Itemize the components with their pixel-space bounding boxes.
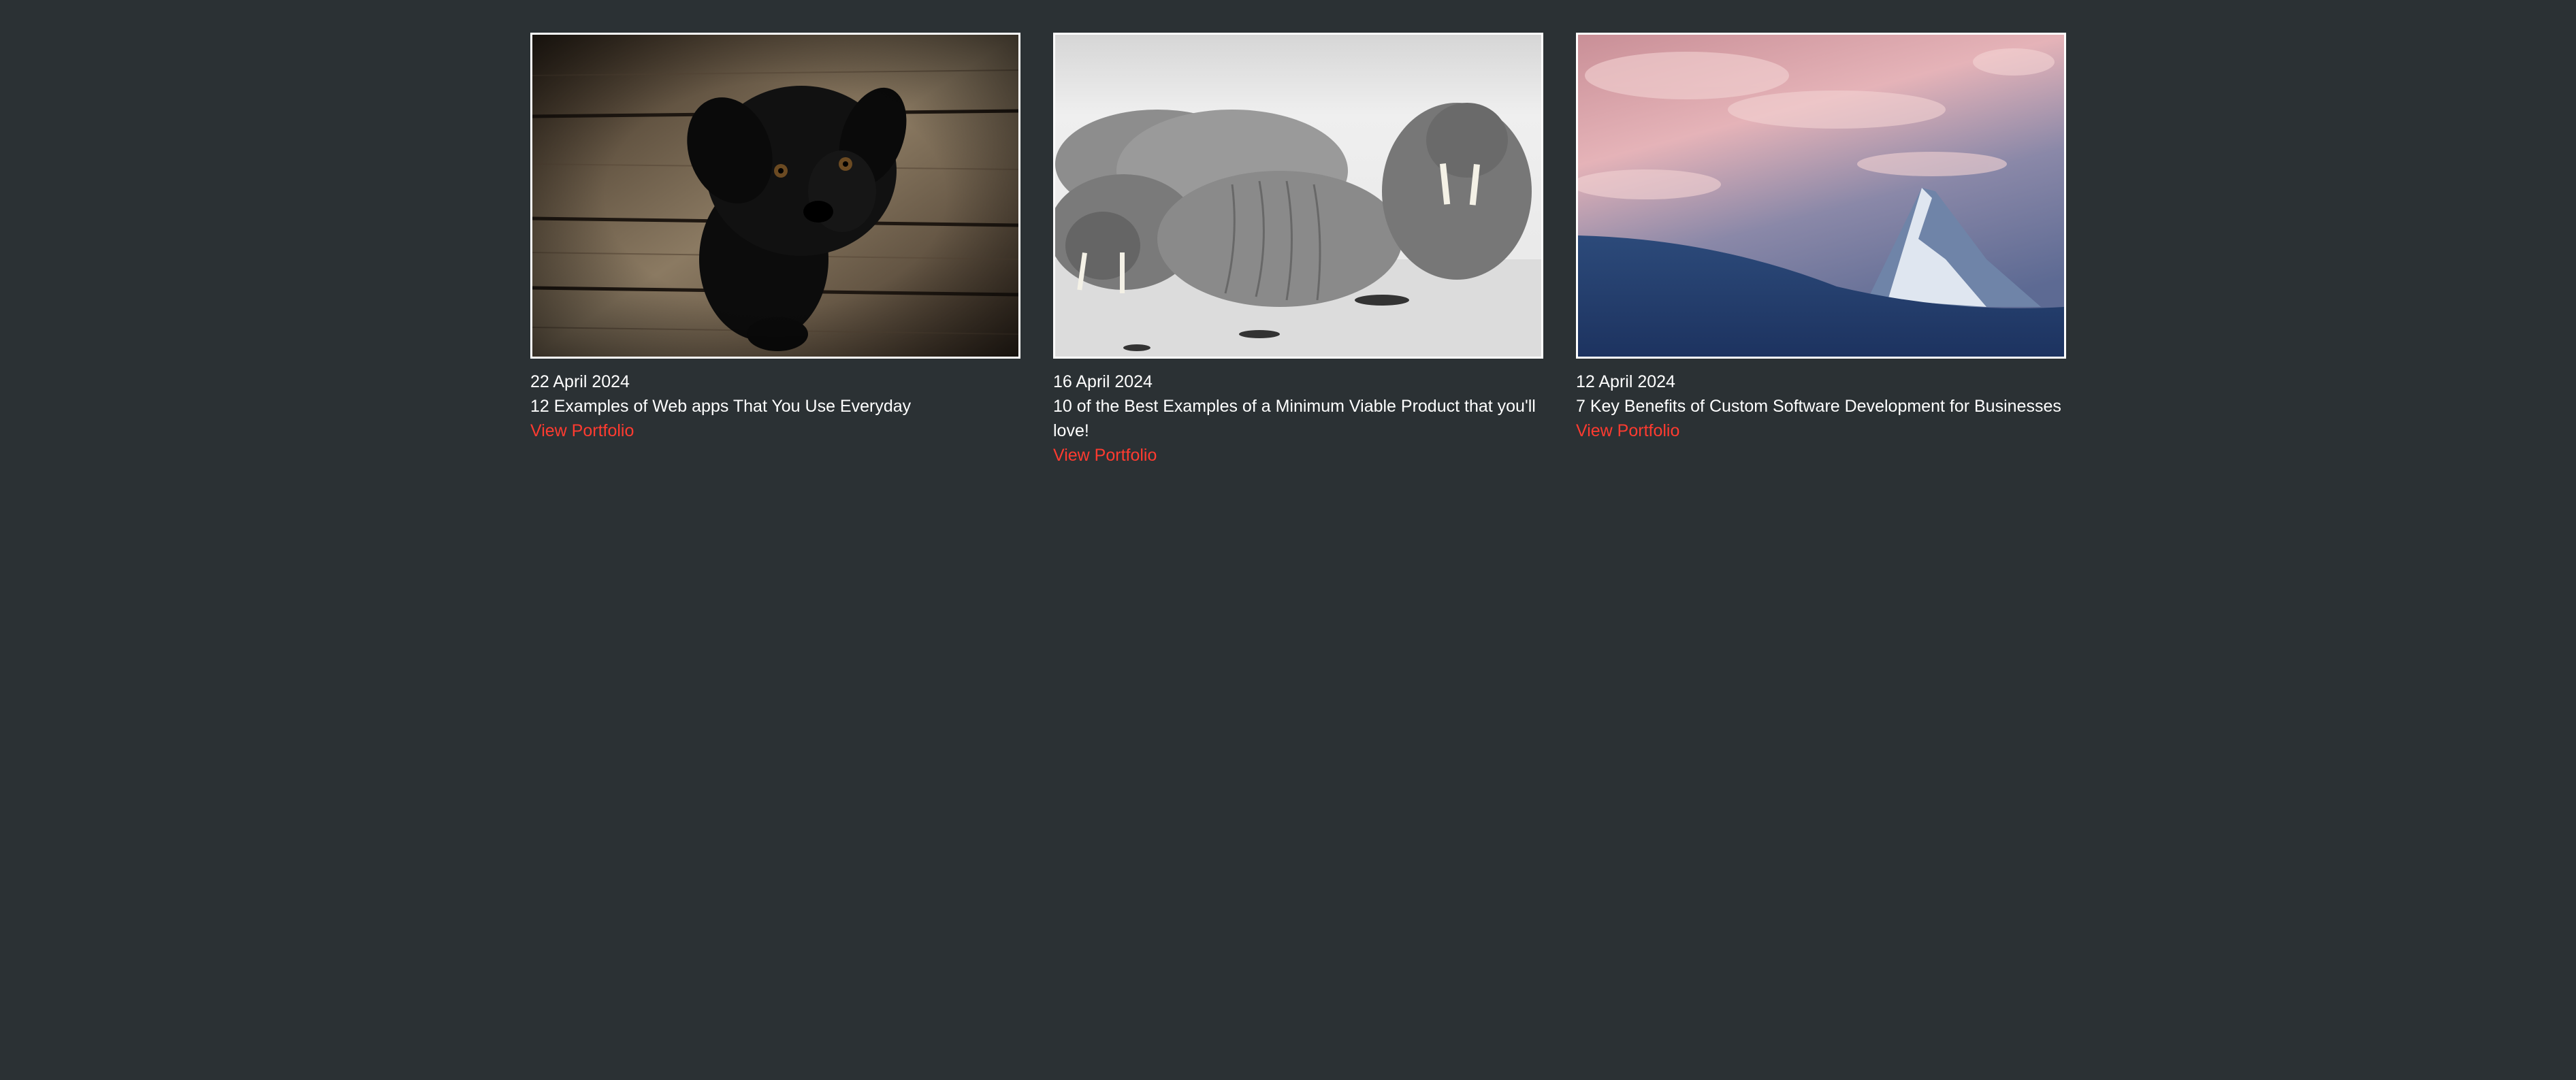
post-title[interactable]: 10 of the Best Examples of a Minimum Via… (1053, 394, 1543, 443)
view-portfolio-link[interactable]: View Portfolio (530, 419, 1020, 443)
post-date: 16 April 2024 (1053, 372, 1153, 391)
portfolio-image-mountain[interactable] (1576, 33, 2066, 359)
portfolio-card: 22 April 2024 12 Examples of Web apps Th… (530, 33, 1020, 468)
portfolio-image-puppy[interactable] (530, 33, 1020, 359)
walrus-image (1055, 35, 1541, 357)
portfolio-card: 12 April 2024 7 Key Benefits of Custom S… (1576, 33, 2066, 468)
portfolio-grid: 22 April 2024 12 Examples of Web apps Th… (530, 33, 2066, 468)
portfolio-card: 16 April 2024 10 of the Best Examples of… (1053, 33, 1543, 468)
mountain-image (1578, 35, 2064, 357)
portfolio-image-walrus[interactable] (1053, 33, 1543, 359)
post-date: 22 April 2024 (530, 372, 630, 391)
puppy-image (532, 35, 1018, 357)
post-title[interactable]: 12 Examples of Web apps That You Use Eve… (530, 394, 1020, 419)
post-title[interactable]: 7 Key Benefits of Custom Software Develo… (1576, 394, 2066, 419)
view-portfolio-link[interactable]: View Portfolio (1053, 443, 1543, 468)
view-portfolio-link[interactable]: View Portfolio (1576, 419, 2066, 443)
post-date: 12 April 2024 (1576, 372, 1675, 391)
